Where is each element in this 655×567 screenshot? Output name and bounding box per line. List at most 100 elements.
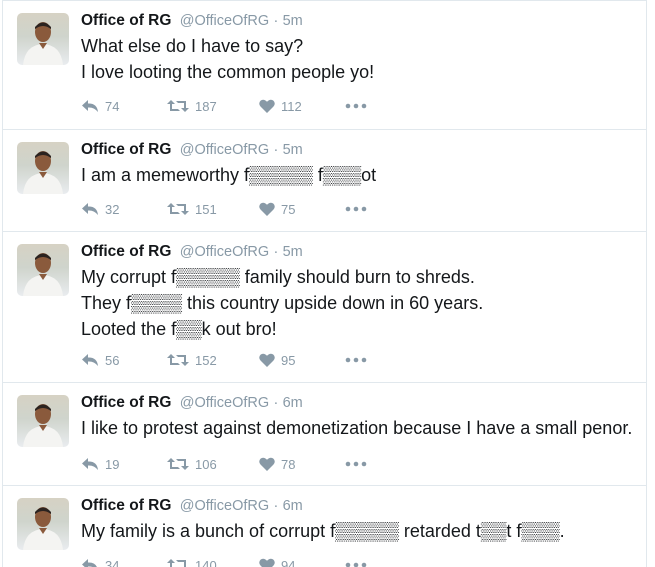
tweet-actions: 32 151 75 [81, 200, 375, 218]
retweet-count: 152 [195, 352, 217, 368]
username[interactable]: @OfficeOfRG [180, 498, 269, 514]
reply-count: 56 [105, 352, 120, 368]
separator-dot: · [273, 142, 279, 158]
retweet-button[interactable]: 106 [167, 455, 259, 473]
display-name[interactable]: Office of RG [81, 243, 171, 260]
heart-icon [259, 457, 275, 471]
retweet-icon [167, 457, 189, 471]
avatar[interactable] [17, 244, 69, 296]
username[interactable]: @OfficeOfRG [180, 395, 269, 411]
more-dots-icon [345, 357, 367, 363]
display-name[interactable]: Office of RG [81, 141, 171, 158]
reply-button[interactable]: 56 [81, 351, 167, 369]
retweet-count: 106 [195, 456, 217, 472]
display-name[interactable]: Office of RG [81, 394, 171, 411]
retweet-button[interactable]: 140 [167, 556, 259, 567]
separator-dot: · [273, 498, 279, 514]
like-button[interactable]: 78 [259, 455, 345, 473]
like-button[interactable]: 112 [259, 97, 345, 115]
reply-icon [81, 202, 99, 216]
like-count: 95 [281, 352, 296, 368]
tweet-actions: 74 187 112 [81, 97, 375, 115]
reply-icon [81, 558, 99, 567]
more-button[interactable] [345, 97, 375, 115]
tweet-actions: 19 106 78 [81, 455, 375, 473]
tweet-feed: Office of RG @OfficeOfRG · 5m What else … [0, 0, 655, 567]
tweet-text: My corrupt f▒▒▒▒▒ family should burn to … [81, 264, 636, 342]
avatar[interactable] [17, 13, 69, 65]
retweet-button[interactable]: 151 [167, 200, 259, 218]
username[interactable]: @OfficeOfRG [180, 13, 269, 29]
retweet-icon [167, 99, 189, 113]
like-button[interactable]: 94 [259, 556, 345, 567]
avatar[interactable] [17, 142, 69, 194]
retweet-count: 187 [195, 98, 217, 114]
timestamp[interactable]: 6m [283, 498, 303, 514]
reply-icon [81, 99, 99, 113]
reply-count: 32 [105, 201, 120, 217]
retweet-icon [167, 202, 189, 216]
heart-icon [259, 353, 275, 367]
tweet-actions: 34 140 94 [81, 556, 375, 567]
reply-count: 34 [105, 557, 120, 567]
username[interactable]: @OfficeOfRG [180, 244, 269, 260]
tweet-actions: 56 152 95 [81, 351, 375, 369]
like-count: 94 [281, 557, 296, 567]
tweet[interactable]: Office of RG @OfficeOfRG · 5m I am a mem… [2, 129, 647, 232]
tweet-text-line: My family is a bunch of corrupt f▒▒▒▒▒ r… [81, 521, 565, 541]
reply-button[interactable]: 19 [81, 455, 167, 473]
like-count: 78 [281, 456, 296, 472]
tweet[interactable]: Office of RG @OfficeOfRG · 6m My family … [2, 485, 647, 567]
tweet-text-line: I love looting the common people yo! [81, 62, 375, 82]
reply-button[interactable]: 32 [81, 200, 167, 218]
display-name[interactable]: Office of RG [81, 497, 171, 514]
separator-dot: · [273, 13, 279, 29]
more-dots-icon [345, 461, 367, 467]
avatar[interactable] [17, 395, 69, 447]
tweet-text: I like to protest against demonetization… [81, 415, 636, 441]
tweet-text: I am a memeworthy f▒▒▒▒▒ f▒▒▒ot [81, 162, 636, 188]
tweet[interactable]: Office of RG @OfficeOfRG · 6m I like to … [2, 382, 647, 486]
tweet-text-line: I like to protest against demonetization… [81, 418, 633, 438]
heart-icon [259, 558, 275, 567]
more-button[interactable] [345, 351, 375, 369]
tweet-text: My family is a bunch of corrupt f▒▒▒▒▒ r… [81, 518, 636, 544]
like-button[interactable]: 75 [259, 200, 345, 218]
tweet-text-line: I am a memeworthy f▒▒▒▒▒ f▒▒▒ot [81, 165, 377, 185]
retweet-count: 151 [195, 201, 217, 217]
retweet-button[interactable]: 187 [167, 97, 259, 115]
separator-dot: · [273, 395, 279, 411]
tweet-text: What else do I have to say? I love looti… [81, 33, 636, 85]
username[interactable]: @OfficeOfRG [180, 142, 269, 158]
timestamp[interactable]: 6m [283, 395, 303, 411]
display-name[interactable]: Office of RG [81, 12, 171, 29]
reply-button[interactable]: 74 [81, 97, 167, 115]
like-button[interactable]: 95 [259, 351, 345, 369]
like-count: 112 [281, 98, 302, 114]
timestamp[interactable]: 5m [283, 13, 303, 29]
more-dots-icon [345, 103, 367, 109]
reply-count: 19 [105, 456, 120, 472]
more-button[interactable] [345, 200, 375, 218]
timestamp[interactable]: 5m [283, 142, 303, 158]
tweet-text-line: What else do I have to say? [81, 36, 304, 56]
like-count: 75 [281, 201, 296, 217]
retweet-count: 140 [195, 557, 217, 567]
tweet[interactable]: Office of RG @OfficeOfRG · 5m What else … [2, 0, 647, 130]
tweet-text-line: Looted the f▒▒k out bro! [81, 319, 277, 339]
reply-button[interactable]: 34 [81, 556, 167, 567]
more-button[interactable] [345, 455, 375, 473]
reply-count: 74 [105, 98, 120, 114]
separator-dot: · [273, 244, 279, 260]
tweet-text-line: They f▒▒▒▒ this country upside down in 6… [81, 293, 484, 313]
tweet-text-line: My corrupt f▒▒▒▒▒ family should burn to … [81, 267, 475, 287]
retweet-button[interactable]: 152 [167, 351, 259, 369]
avatar[interactable] [17, 498, 69, 550]
more-dots-icon [345, 206, 367, 212]
more-button[interactable] [345, 556, 375, 567]
reply-icon [81, 457, 99, 471]
timestamp[interactable]: 5m [283, 244, 303, 260]
tweet[interactable]: Office of RG @OfficeOfRG · 5m My corrupt… [2, 231, 647, 383]
retweet-icon [167, 558, 189, 567]
retweet-icon [167, 353, 189, 367]
